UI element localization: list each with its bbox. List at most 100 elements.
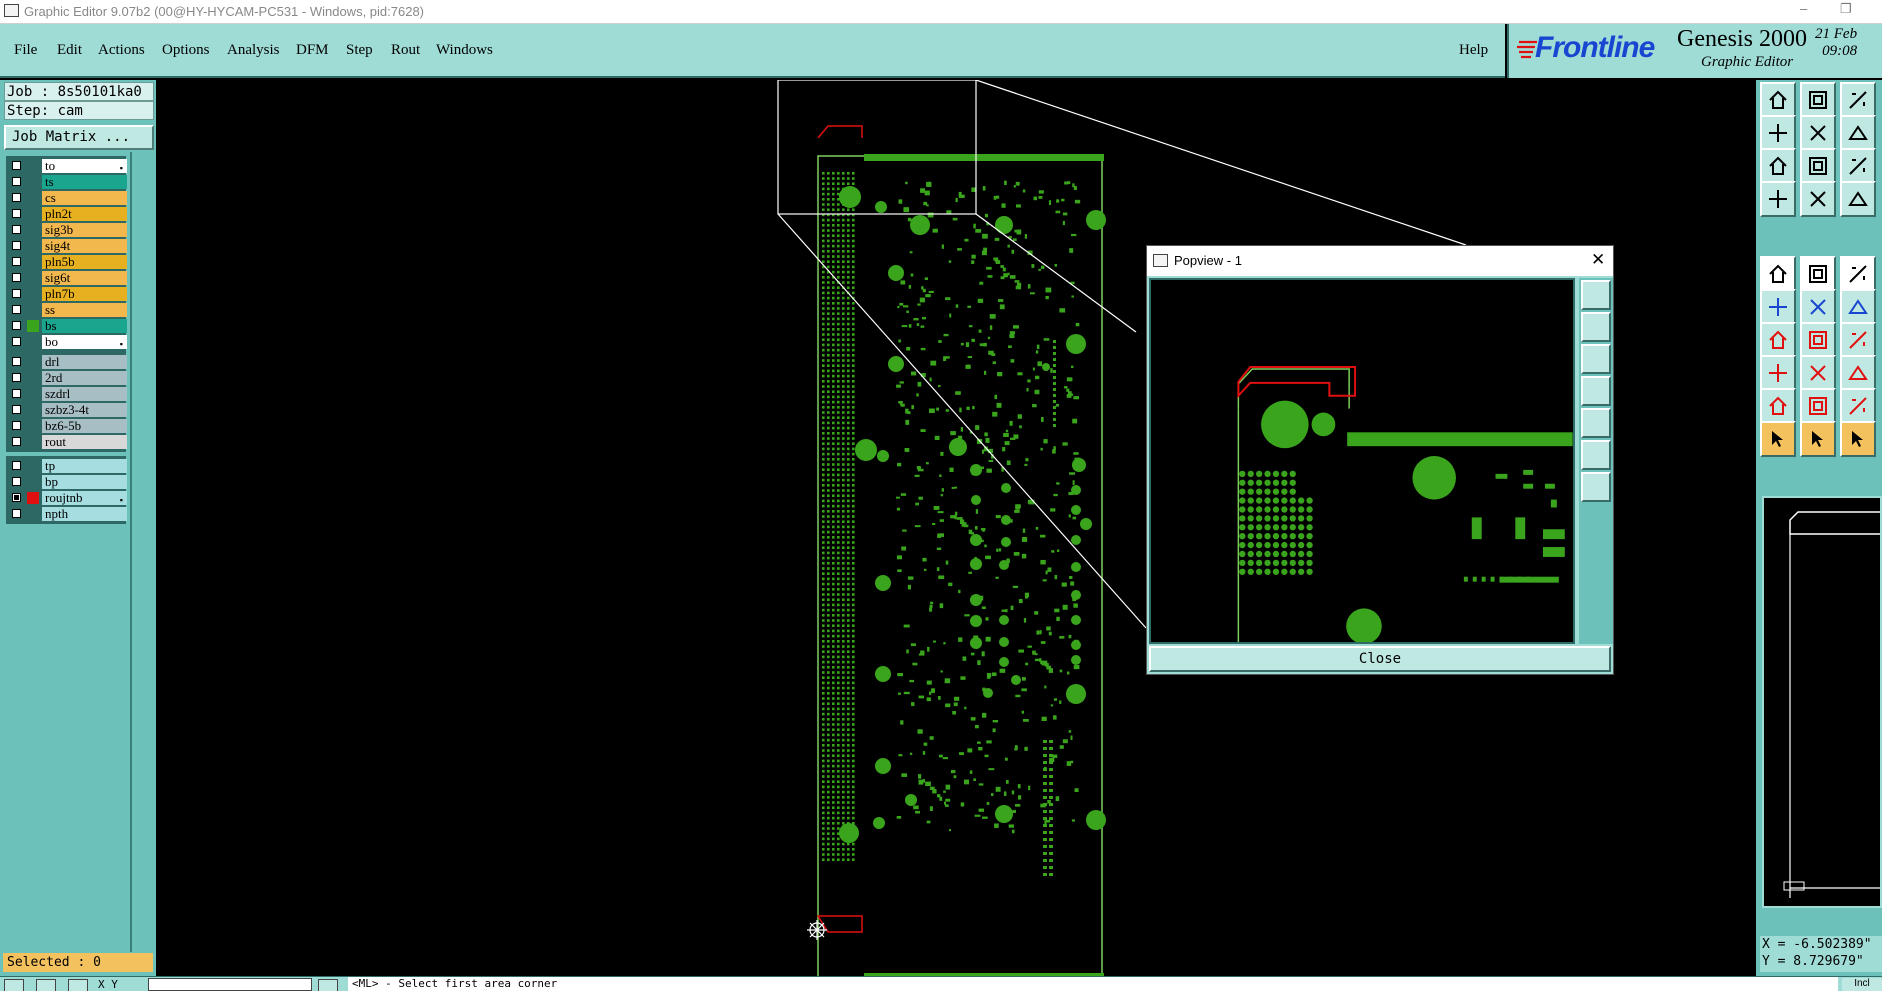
layer-row-szdrl[interactable]: szdrl — [8, 386, 127, 402]
grid-button[interactable] — [1800, 181, 1836, 217]
undo-zoom-button[interactable] — [1840, 115, 1876, 151]
layer-display-swatch[interactable] — [27, 388, 39, 400]
select-area-button[interactable] — [1840, 421, 1876, 457]
layer-display-swatch[interactable] — [27, 404, 39, 416]
layer-checkbox[interactable] — [12, 177, 21, 186]
layer-row-ss[interactable]: ss — [8, 302, 127, 318]
layer-name[interactable]: roujtnb ▪ — [42, 491, 127, 505]
layer-name[interactable]: npth — [42, 507, 127, 521]
layer-row-ts[interactable]: ts — [8, 174, 127, 190]
layer-name[interactable]: bz6-5b — [42, 419, 127, 433]
draw-diag-button[interactable] — [1800, 322, 1836, 358]
layer-name[interactable]: ts — [42, 175, 127, 189]
layer-row-bo[interactable]: bo ▪ — [8, 334, 127, 350]
layer-row-szbz3-4t[interactable]: szbz3-4t — [8, 402, 127, 418]
layer-checkbox[interactable] — [12, 161, 21, 170]
layer-name[interactable]: szbz3-4t — [42, 403, 127, 417]
layer-checkbox[interactable] — [12, 225, 21, 234]
layer-checkbox[interactable] — [12, 493, 21, 502]
layer-name[interactable]: drl — [42, 355, 127, 369]
zoom-home-button[interactable] — [1760, 82, 1796, 118]
layer-row-pln5b[interactable]: pln5b — [8, 254, 127, 270]
layer-checkbox[interactable] — [12, 321, 21, 330]
status-button-4[interactable] — [318, 979, 338, 991]
layer-display-swatch[interactable] — [27, 436, 39, 448]
menu-edit[interactable]: Edit — [57, 42, 82, 59]
menu-rout[interactable]: Rout — [391, 42, 420, 59]
layer-row-sig6t[interactable]: sig6t — [8, 270, 127, 286]
layer-name[interactable]: cs — [42, 191, 127, 205]
coordinate-input[interactable] — [148, 978, 312, 991]
layer-display-swatch[interactable] — [27, 224, 39, 236]
job-matrix-button[interactable]: Job Matrix ... — [4, 125, 154, 150]
move-button[interactable] — [1800, 388, 1836, 424]
layer-row-rout[interactable]: rout — [8, 434, 127, 450]
fit-height-button[interactable] — [1800, 148, 1836, 184]
pan-left-button[interactable] — [1760, 115, 1796, 151]
menu-actions[interactable]: Actions — [98, 42, 145, 59]
add-point-button[interactable] — [1760, 355, 1796, 391]
add-line-button[interactable] — [1800, 256, 1836, 292]
layer-name[interactable]: rout — [42, 435, 127, 449]
layer-display-swatch[interactable] — [27, 372, 39, 384]
layer-row-npth[interactable]: npth — [8, 506, 127, 522]
layer-name[interactable]: pln7b — [42, 287, 127, 301]
layer-checkbox[interactable] — [12, 273, 21, 282]
zoom-save-button[interactable] — [1800, 82, 1836, 118]
layer-name[interactable]: tp — [42, 459, 127, 473]
layer-name[interactable]: szdrl — [42, 387, 127, 401]
layer-row-bp[interactable]: bp — [8, 474, 127, 490]
layer-row-bz6-5b[interactable]: bz6-5b — [8, 418, 127, 434]
fit-width-button[interactable] — [1760, 148, 1796, 184]
layers-button[interactable] — [1760, 181, 1796, 217]
status-button-2[interactable] — [36, 979, 56, 991]
layer-row-roujtnb[interactable]: roujtnb ▪ — [8, 490, 127, 506]
layer-name[interactable]: pln5b — [42, 255, 127, 269]
layer-checkbox[interactable] — [12, 357, 21, 366]
layer-row-cs[interactable]: cs — [8, 190, 127, 206]
menu-analysis[interactable]: Analysis — [227, 42, 280, 59]
layer-display-swatch[interactable] — [27, 304, 39, 316]
layer-display-swatch[interactable] — [27, 336, 39, 348]
layer-checkbox[interactable] — [12, 289, 21, 298]
layer-display-swatch[interactable] — [27, 356, 39, 368]
add-pad-button[interactable] — [1760, 256, 1796, 292]
popview-close-icon[interactable]: ✕ — [1591, 250, 1605, 270]
select-arrow-button[interactable] — [1760, 421, 1796, 457]
layer-row-to[interactable]: to ▪ — [8, 158, 127, 174]
layer-panel-scrollbar[interactable] — [130, 152, 155, 952]
layer-name[interactable]: bp — [42, 475, 127, 489]
popview-close-button[interactable]: Close — [1149, 646, 1611, 672]
menu-help[interactable]: Help — [1459, 42, 1488, 59]
layer-display-swatch[interactable] — [27, 256, 39, 268]
layer-checkbox[interactable] — [12, 257, 21, 266]
overview-preview[interactable] — [1762, 496, 1882, 908]
ruler-button[interactable] — [1840, 256, 1876, 292]
layer-name[interactable]: sig3b — [42, 223, 127, 237]
layer-row-2rd[interactable]: 2rd — [8, 370, 127, 386]
draw-line-button[interactable] — [1760, 322, 1796, 358]
layer-display-swatch[interactable] — [27, 508, 39, 520]
layer-display-swatch[interactable] — [27, 160, 39, 172]
layer-checkbox[interactable] — [12, 337, 21, 346]
status-button-3[interactable] — [68, 979, 88, 991]
box-button[interactable] — [1840, 355, 1876, 391]
menu-options[interactable]: Options — [162, 42, 210, 59]
measure-button[interactable] — [1840, 388, 1876, 424]
layer-name[interactable]: bo ▪ — [42, 335, 127, 349]
layer-display-swatch[interactable] — [27, 272, 39, 284]
popview-zoom-fit-button[interactable] — [1581, 280, 1611, 310]
route-button[interactable] — [1760, 289, 1796, 325]
popview-pan-right-button[interactable] — [1581, 408, 1611, 438]
layer-name[interactable]: sig6t — [42, 271, 127, 285]
layer-checkbox[interactable] — [12, 193, 21, 202]
layer-display-swatch[interactable] — [27, 176, 39, 188]
layer-row-drl[interactable]: drl — [8, 354, 127, 370]
status-button-1[interactable] — [4, 979, 24, 991]
layer-name[interactable]: sig4t — [42, 239, 127, 253]
popview-canvas[interactable] — [1149, 278, 1575, 644]
layer-checkbox[interactable] — [12, 405, 21, 414]
layer-checkbox[interactable] — [12, 421, 21, 430]
restore-button[interactable]: ❐ — [1840, 1, 1852, 17]
layer-display-swatch[interactable] — [27, 288, 39, 300]
